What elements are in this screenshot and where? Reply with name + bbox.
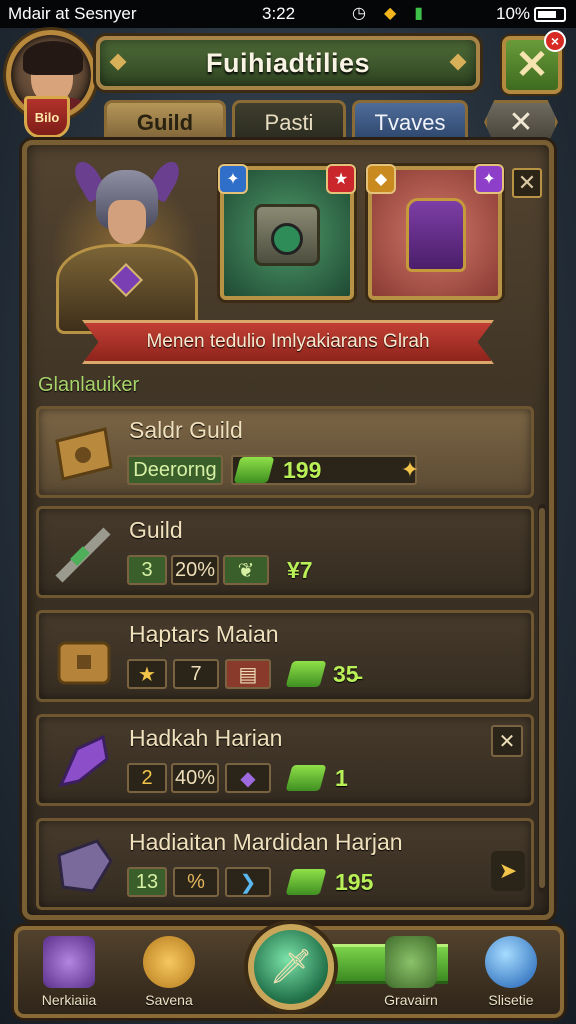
list-item-value: 35̵: [333, 661, 359, 687]
nav-label: Savena: [145, 992, 193, 1008]
item-card-bracer[interactable]: ✦ ★: [218, 164, 356, 300]
green-gem-icon: [233, 457, 275, 483]
ribbon-text: Menen tedulio Imlyakiarans Glrah: [146, 331, 430, 352]
dismiss-button[interactable]: ✕: [512, 168, 542, 198]
list-item-title: Guild: [129, 517, 183, 543]
list-item-value: ¥7: [287, 557, 313, 583]
info-ribbon: Menen tedulio Imlyakiarans Glrah: [82, 320, 494, 364]
dagger-icon: [49, 519, 119, 589]
purple-weapon-icon: [49, 727, 119, 797]
nav-orb[interactable]: Slisetie: [466, 936, 556, 1016]
list-item-tag: Deerorng: [127, 455, 223, 485]
boot-icon: [406, 198, 466, 272]
nav-label: Gravairn: [384, 992, 438, 1008]
green-gem-icon: [285, 869, 327, 895]
list-item-percent: 20%: [171, 555, 219, 585]
list-item[interactable]: Hadkah Harian 2 40% ◆ 1 ✕: [36, 714, 534, 806]
tab-bar: Guild Pasti Tvaves: [104, 100, 468, 142]
upgrade-arrow-icon[interactable]: ✦: [395, 455, 425, 485]
nav-home[interactable]: Nerkiaiia: [24, 936, 114, 1016]
notification-tray: ◷ ◆ ▮: [352, 3, 423, 23]
list-item-title: Hadiaitan Mardidan Harjan: [129, 829, 403, 855]
nav-shield[interactable]: Gravairn: [366, 936, 456, 1016]
list-item-value: 199: [283, 457, 322, 483]
row-close-button[interactable]: ✕: [491, 725, 523, 757]
wing-icon: ❯: [225, 867, 271, 897]
list-item-title: Hadkah Harian: [129, 725, 283, 751]
notification-badge: ×: [544, 30, 566, 52]
star-badge-icon: ★: [326, 164, 356, 194]
chest-icon: [49, 419, 119, 489]
close-icon: ✕: [508, 105, 534, 139]
scrollbar[interactable]: [538, 504, 546, 892]
orb-icon: [485, 936, 537, 988]
list-item-count: 7: [173, 659, 219, 689]
green-gem-icon: ▮: [414, 5, 424, 22]
carrier-label: Mdair at Sesnyer: [8, 4, 137, 23]
close-icon: ✕: [515, 43, 549, 87]
list-item[interactable]: Hadiaitan Mardidan Harjan 13 % ❯ 195 ➤: [36, 818, 534, 910]
list-item[interactable]: Saldr Guild Deerorng 199 ✦: [36, 406, 534, 498]
armor-gauntlet-icon: [49, 831, 119, 901]
title-banner: Fuihiadtilies: [96, 36, 480, 90]
list-item-percent: 40%: [171, 763, 219, 793]
home-icon: [43, 936, 95, 988]
shield-icon: [385, 936, 437, 988]
battery-icon: [534, 7, 566, 22]
star-purple-icon: ✦: [474, 164, 504, 194]
coin-icon: [143, 936, 195, 988]
list-item-value: 1: [335, 765, 348, 791]
list-item-tag: 3: [127, 555, 167, 585]
expand-arrow-icon[interactable]: ➤: [491, 851, 525, 891]
star-icon: ★: [127, 659, 167, 689]
tab-close-button[interactable]: ✕: [484, 100, 558, 144]
battery-percent: 10%: [496, 4, 531, 23]
tab-pasti[interactable]: Pasti: [232, 100, 346, 142]
list-item[interactable]: Guild 3 20% ❦ ¥7: [36, 506, 534, 598]
treasure-chest-icon: [49, 623, 119, 693]
page-title: Fuihiadtilies: [205, 47, 371, 78]
list-item-tag: 2: [127, 763, 167, 793]
list-item[interactable]: Haptars Maian ★ 7 ▤ 35̵: [36, 610, 534, 702]
status-bar: Mdair at Sesnyer 3:22 ◷ ◆ ▮ 10%: [0, 0, 576, 28]
nav-battle-button[interactable]: 🗡: [248, 924, 334, 1010]
section-label: Glanlauiker: [38, 374, 140, 396]
list-item-tag: 13: [127, 867, 167, 897]
gem-blue-icon: ✦: [218, 164, 248, 194]
close-button[interactable]: ✕ ×: [502, 30, 566, 94]
clock-icon: ◷: [352, 5, 366, 22]
nav-label: Nerkiaiia: [41, 992, 97, 1008]
level-badge: Bilo: [24, 96, 70, 138]
gem-gold-icon: ◆: [366, 164, 396, 194]
nav-label: Slisetie: [488, 992, 534, 1008]
purple-crystal-icon: ◆: [225, 763, 271, 793]
clock: 3:22: [262, 4, 296, 23]
close-icon: ✕: [517, 170, 537, 195]
hero-portrait: [40, 156, 212, 336]
item-card-boot[interactable]: ◆ ✦: [366, 164, 504, 300]
list-item-title: Haptars Maian: [129, 621, 279, 647]
gold-icon: ◆: [383, 5, 397, 22]
bracer-icon: [254, 204, 320, 266]
list-item-percent: %: [173, 867, 219, 897]
list-item-title: Saldr Guild: [129, 417, 243, 443]
green-gem-icon: [285, 765, 327, 791]
leaf-icon: ❦: [223, 555, 269, 585]
list-item-value: 195: [335, 869, 374, 895]
nav-coin[interactable]: Savena: [124, 936, 214, 1016]
scroll-icon: ▤: [225, 659, 271, 689]
tab-guild[interactable]: Guild: [104, 100, 226, 142]
tab-tvaves[interactable]: Tvaves: [352, 100, 468, 142]
sword-icon: 🗡: [269, 948, 313, 986]
green-gem-icon: [285, 661, 327, 687]
